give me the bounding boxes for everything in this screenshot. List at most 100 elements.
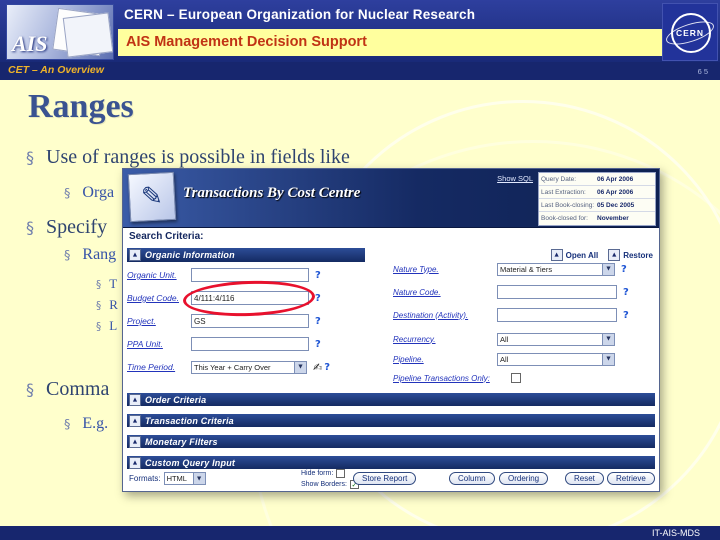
hide-form-label: Hide form: — [301, 470, 334, 477]
column-button[interactable]: Column — [449, 472, 495, 485]
field-row-time-period: Time Period. This Year + Carry Over ▼ ✍ … — [127, 357, 330, 377]
help-icon[interactable]: ? — [315, 270, 321, 281]
slide-footer: IT-AIS-MDS — [0, 526, 720, 540]
help-icon[interactable]: ? — [315, 293, 321, 304]
section-organic-information[interactable]: ▲ Organic Information — [127, 248, 365, 262]
app-title: AIS Management Decision Support — [126, 34, 367, 50]
bullet-marker: § — [26, 380, 34, 399]
bullet-marker: § — [64, 417, 71, 432]
help-icon[interactable]: ? — [324, 362, 330, 373]
bullet-marker: § — [26, 148, 34, 167]
field-row-pipeline-only: Pipeline Transactions Only: — [393, 368, 521, 388]
section-label: Monetary Filters — [145, 436, 218, 447]
pipeline-value: All — [500, 354, 509, 364]
bullet-marker: § — [96, 279, 102, 291]
budget-code-input[interactable] — [191, 291, 309, 305]
time-period-value: This Year + Carry Over — [194, 362, 271, 372]
search-form: Organic Unit. ? Budget Code. ? Project. … — [127, 262, 655, 393]
pipeline-only-label[interactable]: Pipeline Transactions Only: — [393, 374, 511, 383]
field-row-recurrency: Recurrency. All ▼ — [393, 329, 619, 349]
field-row-destination: Destination (Activity). ? — [393, 305, 629, 325]
bullet-use-of-ranges: § Use of ranges is possible in fields li… — [26, 146, 350, 169]
formats-value: HTML — [166, 474, 187, 483]
nature-code-input[interactable] — [497, 285, 617, 299]
section-transaction-criteria[interactable]: ▲ Transaction Criteria — [127, 414, 655, 427]
help-icon[interactable]: ? — [623, 287, 629, 298]
footer-label: IT-AIS-MDS — [651, 528, 700, 538]
dropdown-arrow-icon: ▼ — [602, 353, 614, 365]
dropdown-arrow-icon: ▼ — [294, 361, 306, 373]
bullet-text: Specify — [46, 216, 108, 238]
slide-number: 65 — [697, 67, 710, 76]
ppa-unit-input[interactable] — [191, 337, 309, 351]
info-row: Book-closed for: November — [539, 212, 655, 224]
display-options: Hide form: Show Borders: ✓ — [301, 469, 359, 491]
hide-form-checkbox[interactable] — [336, 469, 346, 478]
nature-type-select[interactable]: Material & Tiers ▼ — [497, 262, 615, 276]
bullet-sub-r: § R — [96, 297, 118, 313]
ais-logo: AIS — [6, 4, 114, 60]
bullet-text: R — [109, 297, 118, 312]
section-monetary-filters[interactable]: ▲ Monetary Filters — [127, 435, 655, 448]
budget-code-label[interactable]: Budget Code. — [127, 293, 191, 303]
collapse-icon[interactable]: ▲ — [129, 393, 141, 406]
pipeline-label[interactable]: Pipeline. — [393, 355, 497, 364]
bullet-range: § Rang — [64, 246, 116, 264]
bullet-marker: § — [64, 186, 71, 201]
time-period-select[interactable]: This Year + Carry Over ▼ — [191, 360, 307, 374]
report-form-icon: ✎ — [127, 171, 177, 223]
field-row-pipeline: Pipeline. All ▼ — [393, 349, 619, 369]
organic-unit-label[interactable]: Organic Unit. — [127, 270, 191, 280]
field-row-nature-type: Nature Type. Material & Tiers ▼ ? — [393, 259, 627, 279]
info-value: 05 Dec 2005 — [597, 201, 635, 209]
show-borders-option: Show Borders: ✓ — [301, 480, 359, 489]
section-title: CET – An Overview — [8, 64, 104, 76]
collapse-icon[interactable]: ▲ — [129, 435, 141, 448]
destination-label[interactable]: Destination (Activity). — [393, 311, 497, 320]
help-icon[interactable]: ? — [621, 264, 627, 275]
project-input[interactable] — [191, 314, 309, 328]
pipeline-only-checkbox[interactable] — [511, 373, 521, 383]
reset-button[interactable]: Reset — [565, 472, 604, 485]
store-report-button[interactable]: Store Report — [353, 472, 417, 485]
section-order-criteria[interactable]: ▲ Order Criteria — [127, 393, 655, 406]
bullet-text: T — [109, 276, 118, 291]
page-title: Ranges — [28, 88, 134, 125]
recurrency-label[interactable]: Recurrency. — [393, 335, 497, 344]
project-label[interactable]: Project. — [127, 316, 191, 326]
ppa-unit-label[interactable]: PPA Unit. — [127, 339, 191, 349]
bullet-sub-t: § T — [96, 276, 117, 292]
ordering-button[interactable]: Ordering — [499, 472, 549, 485]
info-label: Last Extraction: — [541, 188, 586, 196]
info-label: Last Book-closing: — [541, 201, 595, 209]
nature-code-label[interactable]: Nature Code. — [393, 288, 497, 297]
cursor-pointer-icon: ✍ — [313, 360, 323, 374]
pipeline-select[interactable]: All ▼ — [497, 352, 615, 366]
info-label: Book-closed for: — [541, 214, 588, 222]
info-row: Last Book-closing: 05 Dec 2005 — [539, 199, 655, 212]
transactions-app-window: ✎ Transactions By Cost Centre Show SQL Q… — [122, 168, 660, 492]
organic-unit-input[interactable] — [191, 268, 309, 282]
dropdown-arrow-icon: ▼ — [192, 473, 205, 484]
collapse-icon[interactable]: ▲ — [129, 456, 141, 469]
hide-form-option: Hide form: — [301, 469, 359, 478]
show-borders-label: Show Borders: — [301, 481, 347, 488]
bullet-sub-l: § L — [96, 318, 117, 334]
search-criteria-label: Search Criteria: — [129, 231, 204, 242]
retrieve-button[interactable]: Retrieve — [607, 472, 655, 485]
help-icon[interactable]: ? — [623, 310, 629, 321]
field-row-project: Project. ? — [127, 311, 321, 331]
recurrency-select[interactable]: All ▼ — [497, 332, 615, 346]
collapse-icon[interactable]: ▲ — [129, 414, 141, 427]
bullet-marker: § — [26, 218, 34, 237]
destination-input[interactable] — [497, 308, 617, 322]
collapse-icon[interactable]: ▲ — [129, 249, 141, 261]
slide-header: AIS CERN – European Organization for Nuc… — [0, 0, 720, 62]
formats-select[interactable]: HTML ▼ — [163, 472, 206, 485]
show-sql-link[interactable]: Show SQL — [497, 174, 533, 183]
slide: AIS CERN – European Organization for Nuc… — [0, 0, 720, 540]
help-icon[interactable]: ? — [315, 339, 321, 350]
nature-type-label[interactable]: Nature Type. — [393, 265, 497, 274]
help-icon[interactable]: ? — [315, 316, 321, 327]
time-period-label[interactable]: Time Period. — [127, 362, 191, 372]
